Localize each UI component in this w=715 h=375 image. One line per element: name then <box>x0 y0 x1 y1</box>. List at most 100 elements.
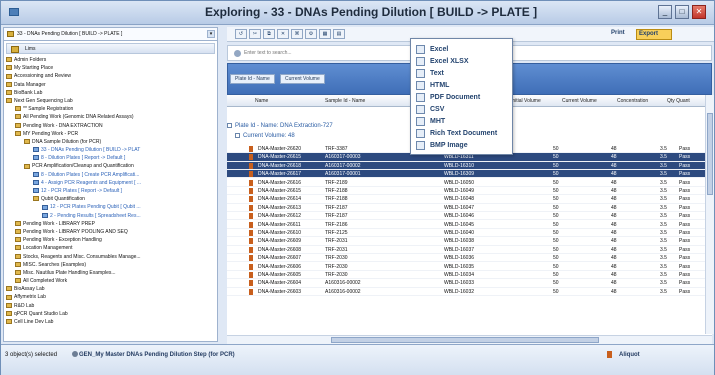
aliquot-label: Aliquot <box>619 352 640 358</box>
tree-item[interactable]: Pending Work - LIBRARY POOLING AND SEQ <box>6 228 215 236</box>
toolbar-button[interactable]: ✂ <box>249 29 261 39</box>
tube-icon <box>249 146 253 152</box>
table-cell: 3.5 <box>660 263 667 270</box>
tree-item[interactable]: Data Manager <box>6 81 215 89</box>
aliquot-icon <box>607 351 612 358</box>
toolbar-button[interactable]: ▤ <box>333 29 345 39</box>
table-cell: WBLD-16036 <box>444 255 475 262</box>
folder-icon <box>15 270 21 276</box>
tree-item[interactable]: All Pending Work (Genomic DNA Related As… <box>6 113 215 121</box>
tree-item[interactable]: BioAssay Lab <box>6 285 215 293</box>
scroll-thumb[interactable] <box>331 337 599 343</box>
toolbar-button[interactable]: ▦ <box>319 29 331 39</box>
horizontal-scrollbar[interactable] <box>227 335 712 344</box>
tree-item[interactable]: PCR Amplification/Cleanup and Quantifica… <box>6 162 215 170</box>
table-row[interactable]: DNA-Master-26603 A160316-00002 WBLD-16032 5… <box>227 288 712 297</box>
explorer-combo[interactable]: 33 - DNAs Pending Dilution [ BUILD -> PL… <box>4 28 217 41</box>
table-cell: 48 <box>611 221 617 228</box>
tree-item[interactable]: 8 - Dilution Plates [ Create PCR Amplifi… <box>6 171 215 179</box>
table-cell: 48 <box>611 230 617 236</box>
column-concentration[interactable]: Concentration <box>617 98 648 104</box>
tree-item[interactable]: Pending Work - LIBRARY PREP <box>6 220 215 228</box>
table-row[interactable]: DNA-Master-26606 TRF-2030 WBLD-16035 50 48 3.… <box>227 263 712 271</box>
tree-item-selected[interactable]: 33 - DNAs Pending Dilution [ BUILD -> PL… <box>6 146 215 154</box>
table-row[interactable]: DNA-Master-26614 TRF-2188 WBLD-16048 50 48 3.… <box>227 195 712 204</box>
group-chip[interactable]: Current Volume <box>280 74 325 84</box>
tree-item[interactable]: Next Gen Sequencing Lab <box>6 97 215 105</box>
tree-item[interactable]: Affymetrix Lab <box>6 293 215 301</box>
tree-item[interactable]: DNA Sample Dilution (for PCR) <box>6 138 215 146</box>
tree-item[interactable]: 4 - Assign PCR Reagents and Equipment [ … <box>6 179 215 187</box>
table-cell: 50 <box>553 221 559 228</box>
tree-item[interactable]: Stocks, Reagents and Misc. Consumables M… <box>6 253 215 261</box>
column-current-volume[interactable]: Current Volume <box>562 98 597 104</box>
folder-icon <box>6 89 12 95</box>
table-row[interactable]: DNA-Master-26612 TRF-2187 WBLD-16046 50 48 3.… <box>227 212 712 221</box>
tree-item[interactable]: 12 - PCR Plates Pending Qubit [ Qubit ..… <box>6 203 215 211</box>
table-cell: TRF-2188 <box>325 196 348 203</box>
toolbar-button[interactable]: ⌘ <box>291 29 303 39</box>
toolbar-button[interactable]: ↺ <box>235 29 247 39</box>
tube-icon <box>249 204 253 211</box>
tree-item[interactable]: BioBank Lab <box>6 89 215 97</box>
tree-item[interactable]: All Completed Work <box>6 277 215 285</box>
tree-item[interactable]: Admin Folders <box>6 56 215 64</box>
table-cell: 48 <box>611 213 617 220</box>
table-row[interactable]: DNA-Master-26617 A160317-00001 WBLD-16309 5… <box>227 170 712 179</box>
tree-item[interactable]: Location Management <box>6 244 215 252</box>
column-sample-id[interactable]: Sample Id - Name <box>325 98 365 104</box>
tube-icon <box>249 221 253 228</box>
toolbar-button[interactable]: ⚙ <box>305 29 317 39</box>
vertical-scrollbar[interactable] <box>705 95 714 334</box>
table-row[interactable]: DNA-Master-26613 TRF-2187 WBLD-16047 50 48 3.… <box>227 204 712 213</box>
tree-item[interactable]: qPCR Quant Studio Lab <box>6 310 215 318</box>
table-row[interactable]: DNA-Master-26618 A160317-00002 WBLD-16310 5… <box>227 161 712 171</box>
table-row[interactable]: DNA-Master-26611 TRF-2186 WBLD-16045 50 48 3.… <box>227 221 712 229</box>
table-cell: 48 <box>611 238 617 245</box>
table-cell: TRF-2030 <box>325 272 348 278</box>
maximize-button[interactable]: □ <box>675 5 689 19</box>
print-button[interactable]: Print <box>611 30 625 36</box>
tree-item[interactable]: Cell Line Dev Lab <box>6 318 215 326</box>
column-qty-quant[interactable]: Qty Quant <box>667 98 690 104</box>
tree-item[interactable]: 8 - Dilution Plates [ Report -> Default … <box>6 154 215 162</box>
chevron-down-icon[interactable]: ▾ <box>207 30 215 38</box>
toolbar-button[interactable]: ⧉ <box>263 29 275 39</box>
tree-item[interactable]: ** Sample Registration <box>6 105 215 113</box>
folder-icon <box>15 130 21 136</box>
menu-item-bmp[interactable]: BMP Image <box>411 139 512 152</box>
table-row[interactable]: DNA-Master-26607 TRF-2030 WBLD-16036 50 48 3.… <box>227 254 712 263</box>
tree-item[interactable]: Pending Work - Exception Handling <box>6 236 215 244</box>
tree-item[interactable]: 2 - Pending Results [ Spreadsheet Res... <box>6 212 215 220</box>
tube-icon <box>249 263 253 270</box>
table-cell: TRF-2031 <box>325 246 348 253</box>
table-row[interactable]: DNA-Master-26604 A160316-00002 WBLD-16033 5… <box>227 279 712 288</box>
tree-item[interactable]: 12 - PCR Plates [ Report -> Default ] <box>6 187 215 195</box>
scroll-thumb[interactable] <box>707 113 713 195</box>
tree-item[interactable]: Pending Work - DNA EXTRACTION <box>6 122 215 130</box>
table-cell: WBLD-16049 <box>444 188 475 194</box>
tree-item[interactable]: My Starting Place <box>6 64 215 72</box>
tree-item[interactable]: Qubit Quantification <box>6 195 215 203</box>
table-row[interactable]: DNA-Master-26605 TRF-2030 WBLD-16034 50 48 3.… <box>227 271 712 280</box>
tree-item[interactable]: Accessioning and Review <box>6 72 215 80</box>
tree-item[interactable]: MISC. Searches (Examples) <box>6 261 215 269</box>
bmp-icon <box>416 141 425 150</box>
table-cell: Pass <box>679 171 691 178</box>
tree-item[interactable]: Misc. Nautilus Plate Handling Examples..… <box>6 269 215 277</box>
tree-item[interactable]: MY Pending Work - PCR <box>6 130 215 138</box>
export-button[interactable]: Export <box>636 29 672 40</box>
table-row[interactable]: DNA-Master-26615 TRF-2188 WBLD-16049 50 48 3.… <box>227 187 712 196</box>
minimize-button[interactable]: _ <box>658 5 672 19</box>
table-cell: 50 <box>553 272 559 278</box>
table-row[interactable]: DNA-Master-26610 TRF-2125 WBLD-16040 50 48 3.… <box>227 229 712 238</box>
close-button[interactable]: ✕ <box>692 5 706 19</box>
table-row[interactable]: DNA-Master-26616 TRF-2189 WBLD-16050 50 48 3.… <box>227 179 712 187</box>
column-initial-volume[interactable]: Initial Volume <box>511 98 541 104</box>
toolbar-button[interactable]: ✕ <box>277 29 289 39</box>
tree-item[interactable]: R&D Lab <box>6 302 215 310</box>
table-row[interactable]: DNA-Master-26608 TRF-2031 WBLD-16037 50 48 3.… <box>227 246 712 255</box>
table-row[interactable]: DNA-Master-26609 TRF-2031 WBLD-16038 50 48 3.… <box>227 237 712 246</box>
column-name[interactable]: Name <box>255 98 268 104</box>
group-chip[interactable]: Plate Id - Name <box>230 74 275 84</box>
